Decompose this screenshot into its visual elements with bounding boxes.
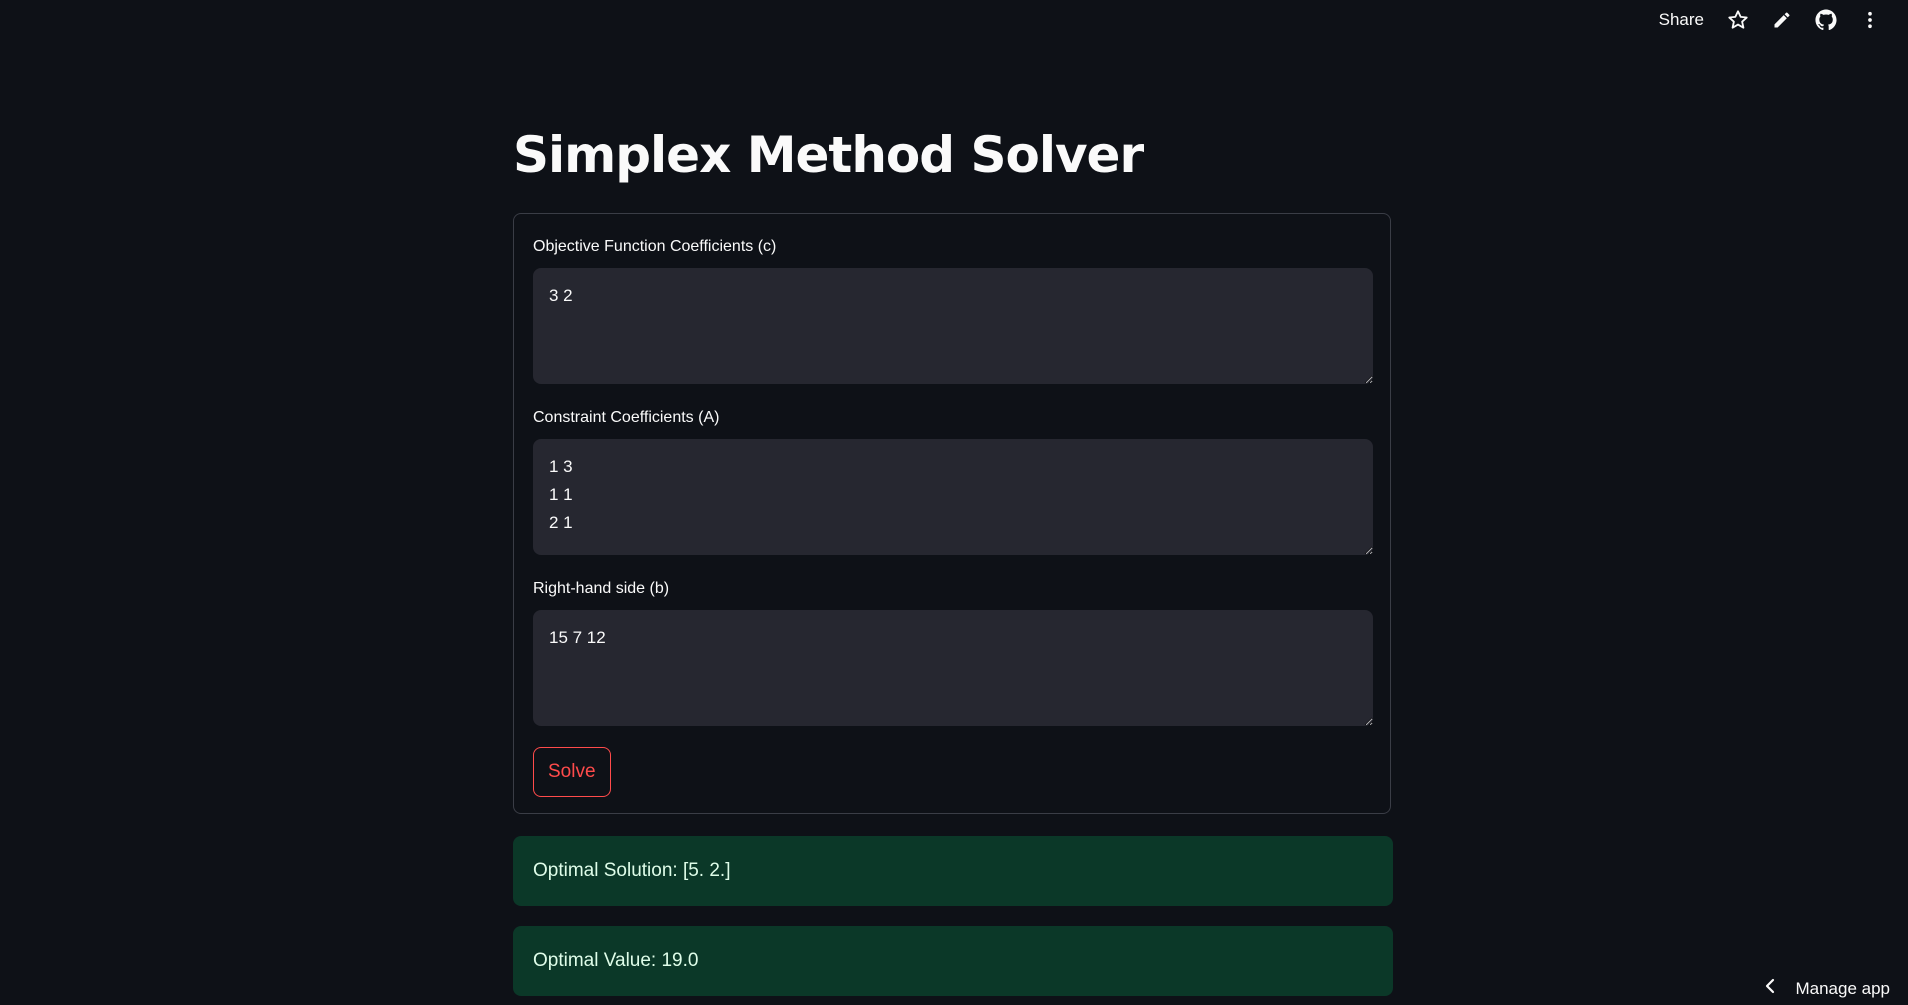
manage-app-label: Manage app [1795, 978, 1890, 998]
objective-label: Objective Function Coefficients (c) [533, 238, 777, 255]
solver-form: Objective Function Coefficients (c) 3 2 … [513, 213, 1391, 814]
app-toolbar: Share [1647, 0, 1908, 40]
optimal-value-text: Optimal Value: 19.0 [533, 950, 699, 971]
github-icon[interactable] [1804, 0, 1848, 40]
page-title: Simplex Method Solver [513, 126, 1144, 184]
objective-coefficients-input[interactable]: 3 2 [533, 268, 1373, 384]
star-icon[interactable] [1716, 0, 1760, 40]
more-vertical-icon[interactable] [1848, 0, 1892, 40]
solve-button[interactable]: Solve [533, 747, 611, 797]
optimal-value-alert: Optimal Value: 19.0 [513, 926, 1393, 996]
optimal-solution-alert: Optimal Solution: [5. 2.] [513, 836, 1393, 906]
rhs-input[interactable]: 15 7 12 [533, 610, 1373, 726]
rhs-label: Right-hand side (b) [533, 580, 670, 597]
chevron-left-icon [1763, 978, 1777, 999]
constraints-label: Constraint Coefficients (A) [533, 409, 720, 426]
optimal-solution-text: Optimal Solution: [5. 2.] [533, 860, 731, 881]
constraint-coefficients-input[interactable]: 1 3 1 1 2 1 [533, 439, 1373, 555]
share-button[interactable]: Share [1647, 2, 1716, 38]
manage-app-button[interactable]: Manage app [1763, 978, 1890, 999]
pencil-icon[interactable] [1760, 0, 1804, 40]
